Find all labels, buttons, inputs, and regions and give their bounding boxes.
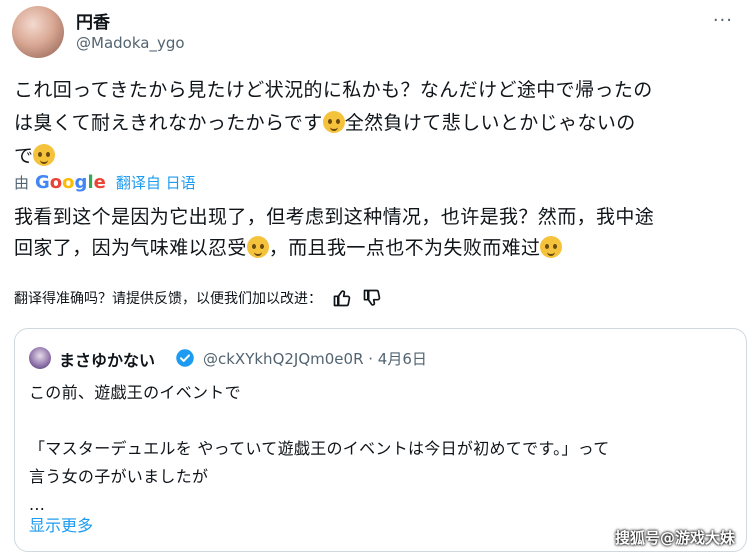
translated-by-label: 由 bbox=[14, 174, 30, 192]
feedback-prompt: 翻译得准确吗？请提供反馈，以便我们加以改进： bbox=[14, 291, 322, 307]
translation-feedback: 翻译得准确吗？请提供反馈，以便我们加以改进： bbox=[14, 288, 382, 308]
thumbs-down-icon[interactable] bbox=[362, 288, 382, 308]
translated-from-link[interactable]: 翻译自 日语 bbox=[116, 172, 196, 193]
tweet-text: これ回ってきたから見たけど状況的に私かも？なんだけど途中で帰ったの は臭くて耐え… bbox=[14, 74, 736, 173]
show-more-link[interactable]: 显示更多 bbox=[29, 512, 93, 536]
quoted-handle-date: @ckXYkhQ2JQm0e0R · 4月6日 bbox=[203, 350, 427, 368]
thumbs-up-icon[interactable] bbox=[332, 288, 352, 308]
tweet-line: 全然負けて悲しいとかじゃないの bbox=[344, 112, 636, 134]
emoji-icon bbox=[33, 144, 56, 166]
tweet-header: 円香 @Madoka_ygo ··· bbox=[12, 6, 737, 60]
watermark: 搜狐号@游戏大妹 bbox=[614, 529, 735, 547]
quoted-tweet[interactable]: まさゆかない @ckXYkhQ2JQm0e0R · 4月6日 この前、遊戯王のイ… bbox=[14, 328, 747, 552]
translation-line: 我看到这个是因为它出现了，但考虑到这种情况，也许是我？然而，我中途 bbox=[14, 206, 655, 228]
translation-line: ，而且我一点也不为失败而难过 bbox=[268, 237, 541, 259]
tweet-line: で bbox=[14, 145, 34, 167]
emoji-icon bbox=[322, 111, 345, 133]
author-handle[interactable]: @Madoka_ygo bbox=[76, 34, 185, 52]
emoji-icon bbox=[246, 236, 269, 258]
tweet-line: は臭くて耐えきれなかったからです bbox=[14, 112, 323, 134]
author-name[interactable]: 円香 bbox=[76, 8, 110, 33]
quoted-avatar[interactable] bbox=[29, 347, 51, 369]
more-icon[interactable]: ··· bbox=[713, 10, 733, 31]
translated-by: 由 Google 翻译自 日语 bbox=[14, 172, 196, 193]
quoted-author-name[interactable]: まさゆかない bbox=[59, 347, 155, 371]
translated-text: 我看到这个是因为它出现了，但考虑到这种情况，也许是我？然而，我中途 回家了，因为… bbox=[14, 202, 736, 264]
google-logo: Google bbox=[35, 172, 106, 193]
verified-badge-icon bbox=[176, 349, 194, 367]
translation-line: 回家了，因为气味难以忍受 bbox=[14, 237, 247, 259]
emoji-icon bbox=[540, 236, 563, 258]
avatar[interactable] bbox=[12, 6, 64, 58]
quoted-text: この前、遊戯王のイベントで 「マスターデュエルを やっていて遊戯王のイベントは今… bbox=[29, 383, 610, 514]
tweet-line: これ回ってきたから見たけど状況的に私かも？なんだけど途中で帰ったの bbox=[14, 79, 653, 101]
